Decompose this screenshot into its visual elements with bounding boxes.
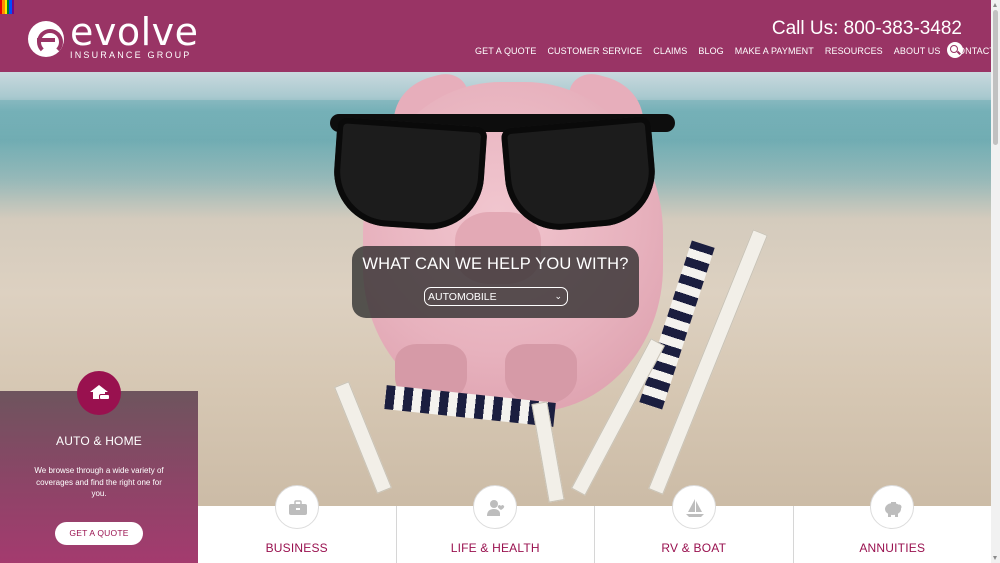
card-annuities[interactable]: ANNUITIES xyxy=(792,485,991,563)
nav-claims[interactable]: CLAIMS xyxy=(653,46,687,56)
deck-chair-frame xyxy=(531,401,565,503)
house-car-icon xyxy=(77,371,121,415)
card-life-health[interactable]: LIFE & HEALTH xyxy=(395,485,594,563)
page-scrollbar[interactable] xyxy=(991,0,1000,563)
logo-mark-icon xyxy=(28,20,64,57)
coverage-select[interactable]: AUTOMOBILE ⌄ xyxy=(424,287,568,306)
card-business[interactable]: BUSINESS xyxy=(198,485,396,563)
rainbow-flag-icon xyxy=(0,0,14,14)
scroll-up-icon[interactable] xyxy=(993,3,997,7)
sailboat-icon xyxy=(671,485,716,529)
card-rv-boat-label: RV & BOAT xyxy=(661,541,727,555)
phone-number[interactable]: Call Us: 800-383-3482 xyxy=(772,18,962,40)
nav-about-us[interactable]: ABOUT US xyxy=(894,46,941,56)
logo-subtitle: INSURANCE GROUP xyxy=(70,50,192,60)
nav-blog[interactable]: BLOG xyxy=(698,46,723,56)
logo[interactable]: evolve INSURANCE GROUP xyxy=(28,10,199,60)
deck-chair-frame xyxy=(334,381,392,494)
nav-get-a-quote[interactable]: GET A QUOTE xyxy=(475,46,536,56)
card-rv-boat[interactable]: RV & BOAT xyxy=(594,485,793,563)
briefcase-icon xyxy=(274,485,319,529)
nav-make-a-payment[interactable]: MAKE A PAYMENT xyxy=(735,46,814,56)
piggy-bank-icon xyxy=(870,485,915,529)
featured-title: AUTO & HOME xyxy=(56,434,142,448)
scroll-down-icon[interactable] xyxy=(993,556,997,560)
featured-description: We browse through a wide variety of cove… xyxy=(34,466,164,498)
nav-resources[interactable]: RESOURCES xyxy=(825,46,883,56)
card-annuities-label: ANNUITIES xyxy=(859,541,926,555)
category-cards: BUSINESS LIFE & HEALTH RV & BOAT ANNUITI… xyxy=(198,485,991,563)
sunglasses xyxy=(330,114,675,235)
get-a-quote-button[interactable]: GET A QUOTE xyxy=(55,522,143,545)
card-business-label: BUSINESS xyxy=(265,541,328,555)
site-header: evolve INSURANCE GROUP Call Us: 800-383-… xyxy=(0,0,995,72)
nav-customer-service[interactable]: CUSTOMER SERVICE xyxy=(547,46,642,56)
chevron-down-icon: ⌄ xyxy=(554,291,562,301)
search-icon[interactable] xyxy=(947,42,963,58)
help-question: WHAT CAN WE HELP YOU WITH? xyxy=(362,255,629,273)
pig-leg-right xyxy=(505,344,577,404)
main-nav: GET A QUOTE CUSTOMER SERVICE CLAIMS BLOG… xyxy=(475,46,1000,56)
scroll-thumb[interactable] xyxy=(993,10,998,145)
card-life-health-label: LIFE & HEALTH xyxy=(450,541,540,555)
coverage-select-value: AUTOMOBILE xyxy=(428,291,497,303)
help-finder-panel: WHAT CAN WE HELP YOU WITH? AUTOMOBILE ⌄ xyxy=(352,246,639,318)
logo-wordmark: evolve xyxy=(70,10,199,54)
person-heart-icon xyxy=(473,485,518,529)
